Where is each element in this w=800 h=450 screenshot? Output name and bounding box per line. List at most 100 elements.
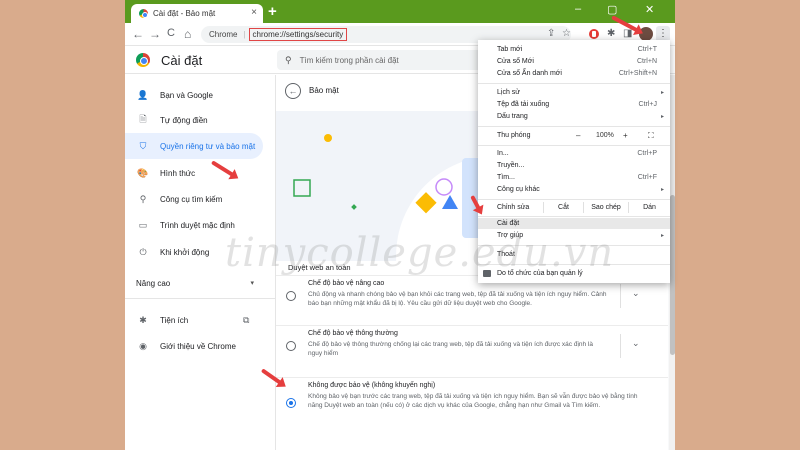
- sidebar-item-appearance[interactable]: 🎨 Hình thức: [125, 160, 263, 186]
- option-title: Chế độ bảo vệ thông thường: [308, 330, 398, 337]
- sidebar-item-autofill[interactable]: 🗎 Tự động điền: [125, 107, 263, 133]
- sidebar-item-you-and-google[interactable]: 👤 Bạn và Google: [125, 82, 263, 108]
- share-icon[interactable]: ⇪: [547, 28, 555, 39]
- menu-divider: [478, 126, 670, 127]
- menu-label: Chỉnh sửa: [497, 204, 530, 211]
- watermark-text: tinycollege.edu.vn: [225, 230, 615, 276]
- sidebar-item-label: Bạn và Google: [160, 90, 213, 100]
- submenu-arrow-icon: ▸: [660, 233, 664, 239]
- copy-button[interactable]: Sao chép: [583, 202, 628, 213]
- star-icon[interactable]: ☆: [562, 28, 571, 39]
- option-separator: [620, 334, 621, 358]
- menu-item-incognito[interactable]: Cửa sổ Ẩn danh mới Ctrl+Shift+N: [478, 68, 670, 79]
- menu-item-downloads[interactable]: Tệp đã tải xuống Ctrl+J: [478, 99, 670, 110]
- zoom-in-button[interactable]: +: [623, 131, 628, 140]
- chevron-down-icon[interactable]: ⌄: [632, 288, 640, 299]
- menu-label: Lịch sử: [497, 89, 520, 96]
- menu-label: In...: [497, 150, 509, 157]
- sidebar-advanced[interactable]: Nâng cao ▾: [136, 279, 254, 288]
- chevron-down-icon: ▾: [250, 280, 254, 287]
- scrollbar-thumb[interactable]: [670, 195, 675, 355]
- search-icon: ⚲: [285, 54, 292, 65]
- puzzle-icon: ✱: [139, 314, 147, 325]
- menu-item-print[interactable]: In... Ctrl+P: [478, 148, 670, 159]
- menu-item-more-tools[interactable]: Công cụ khác ▸: [478, 184, 670, 195]
- menu-label: Cài đặt: [497, 220, 520, 227]
- open-external-icon: ⧉: [243, 314, 250, 325]
- menu-label: Truyền...: [497, 162, 525, 169]
- close-window-icon[interactable]: ✕: [645, 3, 654, 16]
- search-placeholder: Tìm kiếm trong phần cài đặt: [299, 55, 399, 65]
- tab-title: Cài đặt - Bảo mật: [153, 9, 216, 18]
- person-icon: 👤: [137, 89, 149, 100]
- sidebar-item-extensions[interactable]: ✱ Tiện ích ⧉: [125, 307, 265, 333]
- submenu-arrow-icon: ▸: [660, 114, 664, 120]
- radio-no-protection[interactable]: [286, 398, 296, 408]
- maximize-icon[interactable]: ▢: [607, 3, 617, 16]
- sidebar-item-privacy-security[interactable]: ⛉ Quyền riêng tư và bảo mật: [125, 133, 263, 159]
- chrome-logo-icon: [136, 53, 150, 67]
- menu-item-bookmarks[interactable]: Dấu trang ▸: [478, 111, 670, 122]
- minimize-icon[interactable]: –: [575, 3, 581, 15]
- menu-item-edit: Chỉnh sửa Cắt Sao chép Dán: [478, 202, 670, 213]
- menu-item-find[interactable]: Tìm... Ctrl+F: [478, 172, 670, 183]
- sidebar-item-label: Tự động điền: [160, 115, 208, 125]
- menu-item-settings[interactable]: Cài đặt: [478, 218, 670, 229]
- tab-close-icon[interactable]: ×: [251, 7, 257, 18]
- menu-divider: [478, 145, 670, 146]
- zoom-out-button[interactable]: –: [576, 131, 580, 140]
- advanced-label: Nâng cao: [136, 279, 171, 288]
- option-description: Không bảo vệ bạn trước các trang web, tệ…: [308, 393, 638, 409]
- settings-search-input[interactable]: ⚲ Tìm kiếm trong phần cài đặt: [277, 50, 487, 70]
- menu-shortcut: Ctrl+J: [638, 101, 657, 108]
- fullscreen-icon[interactable]: ⛶: [648, 131, 654, 141]
- zoom-level: 100%: [596, 132, 614, 139]
- forward-icon[interactable]: →: [149, 27, 161, 41]
- reload-icon[interactable]: C: [167, 27, 175, 39]
- extension-red-icon[interactable]: [589, 29, 599, 39]
- menu-label: Thu phóng: [497, 132, 531, 139]
- radio-enhanced[interactable]: [286, 291, 296, 301]
- paste-button[interactable]: Dán: [628, 202, 670, 213]
- sidebar-item-label: Khi khởi động: [160, 247, 210, 257]
- radio-standard[interactable]: [286, 341, 296, 351]
- tab-settings-security[interactable]: Cài đặt - Bảo mật ×: [131, 4, 263, 23]
- option-description: Chủ động và nhanh chóng bảo vệ bạn khỏi …: [308, 291, 607, 307]
- extensions-puzzle-icon[interactable]: ✱: [607, 28, 615, 39]
- submenu-arrow-icon: ▸: [660, 90, 664, 96]
- sidebar-item-label: Tiện ích: [160, 315, 189, 325]
- shield-icon: ⛉: [139, 140, 147, 151]
- site-chip: Chrome: [209, 30, 238, 39]
- settings-title: Cài đặt: [161, 53, 203, 68]
- menu-shortcut: Ctrl+P: [637, 150, 657, 157]
- chrome-about-icon: ◉: [139, 340, 147, 351]
- tab-strip: Cài đặt - Bảo mật × + – ▢ ✕: [125, 0, 675, 23]
- menu-item-history[interactable]: Lịch sử ▸: [478, 87, 670, 98]
- sidebar-item-search-engine[interactable]: ⚲ Công cụ tìm kiếm: [125, 186, 263, 212]
- power-icon: ⏻: [139, 246, 147, 257]
- sidebar-item-label: Giới thiệu về Chrome: [160, 341, 236, 351]
- cut-button[interactable]: Cắt: [543, 202, 583, 213]
- option-no-protection[interactable]: Không được bảo vệ (không khuyến nghị) Kh…: [276, 377, 668, 437]
- home-icon[interactable]: ⌂: [184, 27, 191, 41]
- menu-item-cast[interactable]: Truyền...: [478, 160, 670, 171]
- menu-label: Dấu trang: [497, 113, 528, 120]
- menu-label: Cửa sổ Ẩn danh mới: [497, 70, 562, 77]
- menu-item-zoom: Thu phóng – 100% + ⛶: [478, 130, 670, 141]
- sidebar-divider: [125, 298, 275, 299]
- new-tab-button[interactable]: +: [268, 3, 277, 20]
- palette-icon: 🎨: [137, 167, 149, 178]
- option-description: Chế độ bảo vệ thông thường chống lại các…: [308, 341, 593, 357]
- menu-item-new-tab[interactable]: Tab mới Ctrl+T: [478, 44, 670, 55]
- menu-item-new-window[interactable]: Cửa sổ Mới Ctrl+N: [478, 56, 670, 67]
- url-text[interactable]: chrome://settings/security: [248, 28, 348, 41]
- menu-label: Tệp đã tải xuống: [497, 101, 550, 108]
- menu-label: Công cụ khác: [497, 186, 540, 193]
- back-arrow-icon[interactable]: ←: [285, 83, 301, 99]
- menu-label: Cửa sổ Mới: [497, 58, 534, 65]
- back-icon[interactable]: ←: [132, 27, 144, 41]
- chevron-down-icon[interactable]: ⌄: [632, 338, 640, 349]
- menu-shortcut: Ctrl+F: [637, 174, 657, 181]
- sidebar-item-about-chrome[interactable]: ◉ Giới thiệu về Chrome: [125, 333, 263, 359]
- option-standard-protection[interactable]: Chế độ bảo vệ thông thường Chế độ bảo vệ…: [276, 325, 668, 375]
